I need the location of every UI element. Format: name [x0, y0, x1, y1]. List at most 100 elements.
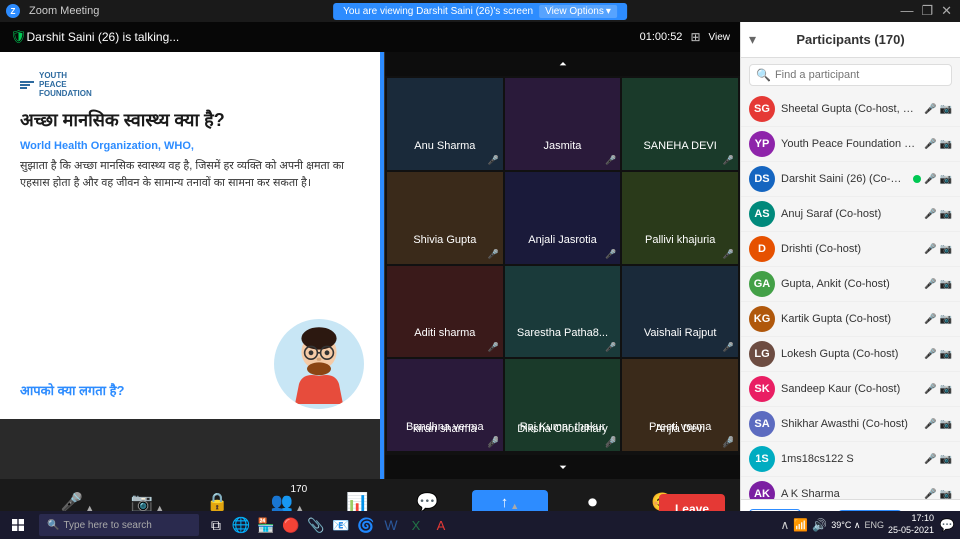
participant-video-icon: 📷	[940, 489, 952, 500]
participant-video-icon: 📷	[940, 279, 952, 290]
cell-participant-name: Aditi sharma	[387, 327, 503, 339]
cell-participant-name: Vaishali Rajput	[622, 327, 738, 339]
view-options-button[interactable]: View Options ▾	[539, 5, 617, 18]
taskbar-search-box[interactable]: 🔍 Type here to search	[39, 514, 199, 536]
participant-mic-icon: 🎤	[924, 454, 936, 465]
minimize-button[interactable]: —	[900, 3, 913, 19]
taskbar-email-icon[interactable]: 📧	[330, 514, 352, 536]
participant-video-icon: 📷	[940, 174, 952, 185]
participant-avatar: SA	[749, 411, 775, 437]
participant-avatar: 1S	[749, 446, 775, 472]
record-icon: ⏺	[588, 492, 597, 513]
speaker-name: Darshit Saini (26) is talking...	[27, 30, 180, 44]
participant-item[interactable]: DSDarshit Saini (26) (Co-host)🎤📷	[741, 162, 960, 197]
video-cell: Anu Sharma🎤	[387, 78, 503, 170]
view-button[interactable]: View	[709, 32, 731, 43]
active-dot-icon	[913, 175, 921, 183]
up-arrow-icon[interactable]: ∧	[781, 518, 790, 532]
search-box: 🔍	[749, 64, 952, 86]
panel-title: Participants (170)	[796, 32, 904, 47]
cell-participant-name: Diksha Choudhary	[505, 423, 621, 435]
notification-icon[interactable]: 💬	[938, 516, 956, 534]
taskbar-search-placeholder: Type here to search	[63, 520, 151, 531]
taskbar-search-icon: 🔍	[47, 520, 59, 531]
participant-avatar: D	[749, 236, 775, 262]
participant-item[interactable]: GAGupta, Ankit (Co-host)🎤📷	[741, 267, 960, 302]
cell-mute-icon: 🎤	[723, 155, 734, 166]
maximize-button[interactable]: ❐	[921, 3, 933, 19]
participant-avatar: KG	[749, 306, 775, 332]
video-cell: Jasmita🎤	[505, 78, 621, 170]
taskbar-task-view[interactable]: ⧉	[205, 514, 227, 536]
participant-video-icon: 📷	[940, 209, 952, 220]
participant-mic-icon: 🎤	[924, 174, 936, 185]
close-button[interactable]: ✕	[941, 3, 952, 19]
participant-item[interactable]: DDrishti (Co-host)🎤📷	[741, 232, 960, 267]
participant-item[interactable]: KGKartik Gupta (Co-host)🎤📷	[741, 302, 960, 337]
video-cell: Aditi sharma 🎤	[387, 266, 503, 358]
panel-collapse-button[interactable]: ▾	[749, 31, 756, 48]
cell-mute-icon: 🎤	[605, 155, 616, 166]
slide-container: YOUTHPEACEFOUNDATION अच्छा मानसिक स्वास्…	[0, 52, 384, 419]
taskbar-edge2-icon[interactable]: 🌀	[355, 514, 377, 536]
start-button[interactable]	[0, 511, 35, 539]
cell-mute-icon: 🎤	[487, 249, 498, 260]
video-grid: Anu Sharma🎤Jasmita🎤SANEHA DEVI🎤Shivia Gu…	[385, 52, 740, 479]
taskbar-word-icon[interactable]: W	[380, 514, 402, 536]
chevron-down-icon: ▾	[606, 6, 611, 17]
participant-avatar: SK	[749, 376, 775, 402]
lang-indicator: ENG	[864, 520, 884, 530]
taskbar-time: 17:10 25-05-2021	[888, 513, 934, 536]
cell-participant-name: kiran sharma	[387, 423, 503, 435]
participant-mic-icon: 🎤	[924, 209, 936, 220]
banner-text: You are viewing Darshit Saini (26)'s scr…	[343, 6, 533, 17]
participant-item[interactable]: SKSandeep Kaur (Co-host)🎤📷	[741, 372, 960, 407]
participant-item[interactable]: YPYouth Peace Foundation (Host)🎤📷	[741, 127, 960, 162]
participant-video-icon: 📷	[940, 139, 952, 150]
participant-name: Sheetal Gupta (Co-host, me)	[781, 103, 918, 115]
participant-avatar: AS	[749, 201, 775, 227]
participant-mic-icon: 🎤	[924, 139, 936, 150]
participant-mic-icon: 🎤	[924, 419, 936, 430]
cell-participant-name: SANEHA DEVI	[622, 140, 738, 152]
security-icon: 🔒	[206, 492, 228, 513]
titlebar: Z Zoom Meeting You are viewing Darshit S…	[0, 0, 960, 22]
search-input[interactable]	[775, 69, 945, 81]
search-icon: 🔍	[756, 68, 771, 82]
taskbar-store-icon[interactable]: 🏪	[255, 514, 277, 536]
taskbar: 🔍 Type here to search ⧉ 🌐 🏪 🔴 📎 📧 🌀 W X …	[0, 511, 960, 539]
cell-mute-icon: 🎤	[487, 155, 498, 166]
timer: 01:00:52	[640, 31, 683, 43]
participant-video-icon: 📷	[940, 104, 952, 115]
mic-icon: 🎤	[61, 492, 83, 513]
taskbar-excel-icon[interactable]: X	[405, 514, 427, 536]
scroll-down-button[interactable]	[385, 455, 740, 479]
video-grid-cells: Anu Sharma🎤Jasmita🎤SANEHA DEVI🎤Shivia Gu…	[385, 76, 740, 455]
participant-video-icon: 📷	[940, 454, 952, 465]
shield-icon: 🛡	[10, 29, 27, 45]
cell-mute-icon: 🎤	[487, 342, 498, 353]
taskbar-pdf-icon[interactable]: A	[430, 514, 452, 536]
participant-mic-icon: 🎤	[924, 244, 936, 255]
participant-item[interactable]: LGLokesh Gupta (Co-host)🎤📷	[741, 337, 960, 372]
participant-item[interactable]: ASAnuj Saraf (Co-host)🎤📷	[741, 197, 960, 232]
taskbar-edge-icon[interactable]: 🌐	[230, 514, 252, 536]
participant-name: Lokesh Gupta (Co-host)	[781, 348, 918, 360]
participant-name: Sandeep Kaur (Co-host)	[781, 383, 918, 395]
share-screen-icon: ↑	[501, 494, 509, 511]
participant-item[interactable]: SAShikhar Awasthi (Co-host)🎤📷	[741, 407, 960, 442]
participant-name: A K Sharma	[781, 488, 918, 499]
video-icon: 📷	[131, 492, 153, 513]
scroll-up-button[interactable]	[385, 52, 740, 76]
participant-mic-icon: 🎤	[924, 349, 936, 360]
video-content: YOUTHPEACEFOUNDATION अच्छा मानसिक स्वास्…	[0, 52, 740, 479]
participant-name: Shikhar Awasthi (Co-host)	[781, 418, 918, 430]
participant-item[interactable]: AKA K Sharma🎤📷	[741, 477, 960, 499]
participant-item[interactable]: SGSheetal Gupta (Co-host, me)🎤📷	[741, 92, 960, 127]
slide-subtitle: World Health Organization, WHO,	[20, 140, 364, 152]
participant-item[interactable]: 1S1ms18cs122 S🎤📷	[741, 442, 960, 477]
taskbar-office-icon[interactable]: 📎	[305, 514, 327, 536]
cell-mute-icon: 🎤	[723, 342, 734, 353]
zoom-logo-icon: Z	[6, 4, 20, 18]
taskbar-chrome-icon[interactable]: 🔴	[280, 514, 302, 536]
